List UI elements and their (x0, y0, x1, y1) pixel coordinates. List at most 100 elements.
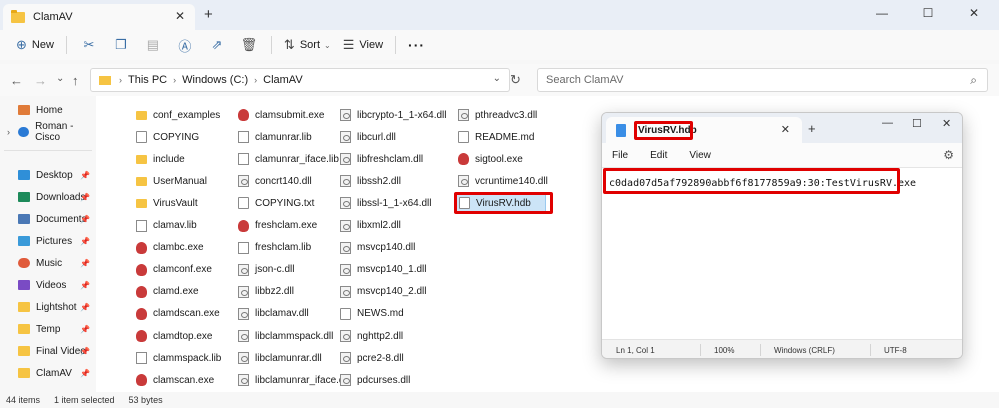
paste-button[interactable]: ▤ (137, 32, 169, 58)
file-item[interactable]: msvcp140_2.dll (340, 282, 426, 302)
sidebar-item-pictures[interactable]: Pictures 📌 (0, 231, 96, 251)
maximize-icon[interactable]: ☐ (912, 117, 922, 130)
search-input[interactable]: Search ClamAV ⌕ (537, 68, 988, 92)
file-item[interactable]: NEWS.md (340, 304, 404, 324)
new-button[interactable]: ⊕ New (10, 32, 60, 58)
delete-button[interactable]: 🗑 (233, 32, 265, 58)
file-item[interactable]: json-c.dll (238, 260, 294, 280)
sidebar-item-videos[interactable]: Videos 📌 (0, 275, 96, 295)
new-tab-icon[interactable]: + (808, 121, 816, 136)
recent-chevron-icon[interactable]: ⌄ (56, 73, 64, 84)
file-item[interactable]: UserManual (136, 171, 207, 191)
editor-content[interactable]: c0dad07d5af792890abbf6f8177859a9:30:Test… (609, 178, 916, 189)
file-item[interactable]: pthreadvc3.dll (458, 105, 537, 125)
menu-view[interactable]: View (689, 150, 711, 161)
file-item[interactable]: clammspack.lib (136, 348, 221, 368)
chevron-down-icon[interactable]: ⌄ (493, 73, 501, 84)
notepad-tab[interactable]: VirusRV.hdb ✕ (606, 117, 802, 143)
file-item[interactable]: libclamunrar_iface.dll (238, 370, 349, 390)
explorer-tab[interactable]: ClamAV ✕ (3, 4, 195, 30)
minimize-icon[interactable]: — (859, 0, 905, 26)
close-tab-icon[interactable]: ✕ (175, 9, 185, 23)
videos-icon (18, 280, 30, 290)
share-button[interactable]: ⇗ (201, 32, 233, 58)
file-item[interactable]: VirusVault (136, 193, 198, 213)
file-item[interactable]: libxml2.dll (340, 216, 401, 236)
file-item[interactable]: pdcurses.dll (340, 370, 410, 390)
breadcrumb-clamav[interactable]: ClamAV (263, 74, 303, 86)
close-tab-icon[interactable]: ✕ (781, 123, 790, 136)
file-item[interactable]: libfreshclam.dll (340, 149, 423, 169)
sidebar-item-documents[interactable]: Documents 📌 (0, 209, 96, 229)
file-item[interactable]: clambc.exe (136, 238, 204, 258)
file-item[interactable]: clamsubmit.exe (238, 105, 324, 125)
file-item[interactable]: clamdtop.exe (136, 326, 212, 346)
copy-button[interactable]: ❐ (105, 32, 137, 58)
cut-button[interactable]: ✂ (73, 32, 105, 58)
breadcrumb-drive[interactable]: Windows (C:) (182, 74, 248, 86)
close-window-icon[interactable]: ✕ (942, 117, 951, 130)
file-item[interactable]: clamd.exe (136, 282, 199, 302)
gear-icon[interactable]: ⚙ (943, 148, 954, 162)
file-item[interactable]: include (136, 149, 185, 169)
sidebar-item-onedrive[interactable]: › Roman - Cisco (0, 121, 96, 143)
file-item[interactable]: sigtool.exe (458, 149, 523, 169)
new-tab-icon[interactable]: + (204, 6, 213, 23)
file-item[interactable]: pcre2-8.dll (340, 348, 404, 368)
file-item[interactable]: vcruntime140.dll (458, 171, 548, 191)
file-item[interactable]: libclammspack.dll (238, 326, 333, 346)
sidebar-item-clamav[interactable]: ClamAV 📌 (0, 363, 96, 383)
file-item[interactable]: concrt140.dll (238, 171, 312, 191)
file-item[interactable]: COPYING (136, 127, 199, 147)
menu-file[interactable]: File (612, 150, 628, 161)
file-name: clamscan.exe (153, 374, 215, 386)
view-button[interactable]: ☰ View (337, 32, 389, 58)
file-item[interactable]: conf_examples (136, 105, 220, 125)
file-item[interactable]: clamav.lib (136, 216, 197, 236)
back-icon[interactable]: ← (10, 73, 23, 88)
sort-button[interactable]: ⇅ Sort ⌄ (278, 32, 337, 58)
chevron-right-icon[interactable]: › (7, 127, 10, 137)
forward-icon[interactable]: → (34, 73, 47, 88)
file-item[interactable]: libclamunrar.dll (238, 348, 322, 368)
more-button[interactable]: ··· (402, 32, 431, 58)
file-item[interactable]: clamunrar_iface.lib (238, 149, 339, 169)
sidebar-item-music[interactable]: Music 📌 (0, 253, 96, 273)
file-item[interactable]: msvcp140.dll (340, 238, 415, 258)
file-item[interactable]: clamconf.exe (136, 260, 212, 280)
file-item[interactable]: msvcp140_1.dll (340, 260, 426, 280)
file-item[interactable]: libclamav.dll (238, 304, 309, 324)
file-item[interactable]: nghttp2.dll (340, 326, 403, 346)
file-item[interactable]: VirusRV.hdb (454, 193, 546, 214)
file-item[interactable]: libcrypto-1_1-x64.dll (340, 105, 447, 125)
up-icon[interactable]: ↑ (72, 73, 79, 88)
text-editor[interactable]: c0dad07d5af792890abbf6f8177859a9:30:Test… (602, 167, 962, 339)
breadcrumb-this-pc[interactable]: This PC (128, 74, 167, 86)
folder-icon (11, 9, 25, 23)
sidebar-item-temp[interactable]: Temp 📌 (0, 319, 96, 339)
minimize-icon[interactable]: — (882, 117, 893, 129)
sidebar-item-final-video[interactable]: Final Video 📌 (0, 341, 96, 361)
menu-edit[interactable]: Edit (650, 150, 667, 161)
sidebar-item-downloads[interactable]: Downloads 📌 (0, 187, 96, 207)
address-bar[interactable]: › This PC › Windows (C:) › ClamAV ⌄ (90, 68, 510, 92)
file-item[interactable]: libssl-1_1-x64.dll (340, 193, 431, 213)
file-item[interactable]: clamunrar.lib (238, 127, 312, 147)
rename-button[interactable]: Ⓐ (169, 32, 201, 58)
file-item[interactable]: libbz2.dll (238, 282, 294, 302)
maximize-icon[interactable]: ☐ (905, 0, 951, 26)
sidebar-item-home[interactable]: Home (0, 100, 96, 120)
sidebar-item-lightshot[interactable]: Lightshot 📌 (0, 297, 96, 317)
sidebar-label: Pictures (36, 235, 73, 247)
close-window-icon[interactable]: ✕ (951, 0, 997, 26)
file-item[interactable]: COPYING.txt (238, 193, 314, 213)
file-item[interactable]: freshclam.exe (238, 216, 317, 236)
sidebar-item-desktop[interactable]: Desktop 📌 (0, 165, 96, 185)
file-item[interactable]: libssh2.dll (340, 171, 401, 191)
file-item[interactable]: freshclam.lib (238, 238, 311, 258)
file-item[interactable]: README.md (458, 127, 534, 147)
file-item[interactable]: clamscan.exe (136, 370, 214, 390)
file-item[interactable]: clamdscan.exe (136, 304, 220, 324)
refresh-icon[interactable]: ↻ (510, 72, 521, 88)
file-item[interactable]: libcurl.dll (340, 127, 396, 147)
